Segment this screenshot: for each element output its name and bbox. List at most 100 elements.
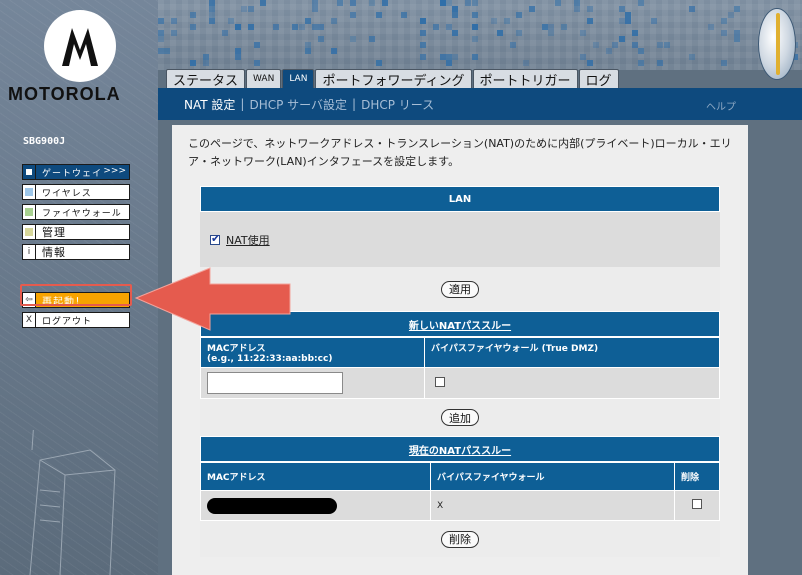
mosaic-tile <box>254 60 260 66</box>
mosaic-tile <box>452 12 459 18</box>
info-icon: i <box>23 245 36 259</box>
mosaic-tile <box>439 54 446 60</box>
subtab-separator: | <box>240 97 245 111</box>
mosaic-tile <box>663 42 670 48</box>
mac-input-cell <box>200 367 425 399</box>
mosaic-tile <box>490 18 497 24</box>
mosaic-tile <box>638 48 644 54</box>
current-passthrough-link[interactable]: 現在のNATパススルー <box>409 442 511 457</box>
mosaic-tile <box>657 60 664 66</box>
mosaic-tile <box>618 18 625 24</box>
add-button[interactable]: 追加 <box>441 409 479 426</box>
mosaic-tile <box>586 60 593 66</box>
logout-button[interactable]: X ログアウト <box>22 312 130 328</box>
nat-checkbox[interactable] <box>210 232 220 245</box>
mosaic-tile <box>234 24 241 30</box>
mosaic-tile <box>190 12 196 18</box>
sidebar-item-label: 管理 <box>42 226 66 239</box>
col-mac-hint: (e.g., 11:22:33:aa:bb:cc) <box>207 354 333 364</box>
header-mosaic <box>158 0 802 70</box>
tab-port-forwarding[interactable]: ポートフォワーディング <box>315 69 472 89</box>
new-passthrough-link[interactable]: 新しいNATパススルー <box>409 317 511 332</box>
mosaic-tile <box>318 24 324 30</box>
mosaic-tile <box>247 24 254 30</box>
mosaic-tile <box>209 18 216 24</box>
mosaic-tile <box>650 18 657 24</box>
sidebar-item-label: 情報 <box>42 246 66 259</box>
mosaic-tile <box>305 48 312 54</box>
delete-row: 削除 <box>200 521 720 557</box>
mosaic-tile <box>452 54 459 60</box>
mosaic-tile <box>375 60 382 66</box>
olive-square-icon <box>23 225 36 239</box>
globe-logo-icon <box>758 8 796 80</box>
mosaic-tile <box>318 36 324 42</box>
mosaic-tile <box>497 30 504 36</box>
mosaic-tile <box>522 60 529 66</box>
lan-section-title: LAN <box>200 186 720 212</box>
nat-row: NAT使用 <box>210 232 270 248</box>
sidebar-item-info[interactable]: i 情報 <box>22 244 130 260</box>
delete-checkbox[interactable] <box>692 499 702 509</box>
mosaic-tile <box>350 0 356 6</box>
mosaic-tile <box>311 6 318 12</box>
intro-text: このページで、ネットワークアドレス・トランスレーション(NAT)のために内部(プ… <box>188 137 732 168</box>
mac-address-input[interactable] <box>207 372 343 394</box>
sidebar-item-admin[interactable]: 管理 <box>22 224 130 240</box>
tab-log[interactable]: ログ <box>578 69 619 89</box>
mosaic-tile <box>529 6 536 12</box>
delete-button[interactable]: 削除 <box>441 530 479 548</box>
mosaic-tile <box>734 36 740 42</box>
mosaic-tile <box>202 60 209 66</box>
tab-status[interactable]: ステータス <box>166 69 246 89</box>
help-link[interactable]: ヘルプ <box>706 98 736 113</box>
mosaic-tile <box>369 0 376 6</box>
mosaic-tile <box>292 24 299 30</box>
col-header-mac: MACアドレス (e.g., 11:22:33:aa:bb:cc) <box>200 337 425 368</box>
subtab-dhcp-lease[interactable]: DHCP リース <box>361 96 434 113</box>
mosaic-tile <box>638 60 644 66</box>
subtab-dhcp-server[interactable]: DHCP サーバ設定 <box>249 96 347 113</box>
mosaic-tile <box>439 0 446 6</box>
logout-label: ログアウト <box>42 316 93 327</box>
col-header-mac: MACアドレス <box>200 462 431 491</box>
brand-name: MOTOROLA <box>8 84 121 104</box>
tab-port-trigger[interactable]: ポートトリガー <box>472 69 578 89</box>
mosaic-tile <box>420 54 427 60</box>
delete-checkbox-cell <box>674 490 720 521</box>
mosaic-tile <box>471 24 478 30</box>
lan-section: LAN NAT使用 適用 新しいNATパススルー MACアドレス (e.g., … <box>200 186 720 557</box>
router-illustration-icon <box>29 430 116 575</box>
sidebar-item-firewall[interactable]: ファイヤウォール <box>22 204 130 220</box>
mosaic-tile <box>420 30 427 36</box>
mosaic-tile <box>618 36 625 42</box>
model-number: SBG900J <box>23 136 66 147</box>
apply-button[interactable]: 適用 <box>441 280 479 298</box>
mosaic-tile <box>612 42 619 48</box>
mosaic-tile <box>471 36 478 42</box>
mosaic-tile <box>542 24 548 30</box>
bypass-checkbox-cell <box>424 367 720 399</box>
close-icon: X <box>23 313 36 327</box>
mosaic-tile <box>158 48 164 54</box>
sidebar-item-gateway[interactable]: ゲートウェイ >>> <box>22 164 130 180</box>
bypass-checkbox[interactable] <box>435 376 445 387</box>
mosaic-tile <box>721 60 728 66</box>
mosaic-tile <box>420 18 427 24</box>
mosaic-tile <box>721 30 728 36</box>
mosaic-tile <box>158 36 164 42</box>
mosaic-tile <box>170 30 177 36</box>
mosaic-tile <box>234 54 241 60</box>
tab-lan[interactable]: LAN <box>282 69 315 88</box>
subtab-nat-settings[interactable]: NAT 設定 <box>184 96 235 113</box>
mosaic-tile <box>586 18 593 24</box>
sidebar-item-wireless[interactable]: ワイヤレス <box>22 184 130 200</box>
redacted-mac <box>207 497 337 514</box>
mosaic-tile <box>708 24 715 30</box>
tab-wan[interactable]: WAN <box>246 69 282 88</box>
annotation-arrow-icon <box>134 267 291 331</box>
nat-label[interactable]: NAT使用 <box>226 232 270 248</box>
blue-square-icon <box>23 185 36 199</box>
motorola-logo-icon <box>40 8 120 83</box>
mosaic-tile <box>446 24 452 30</box>
